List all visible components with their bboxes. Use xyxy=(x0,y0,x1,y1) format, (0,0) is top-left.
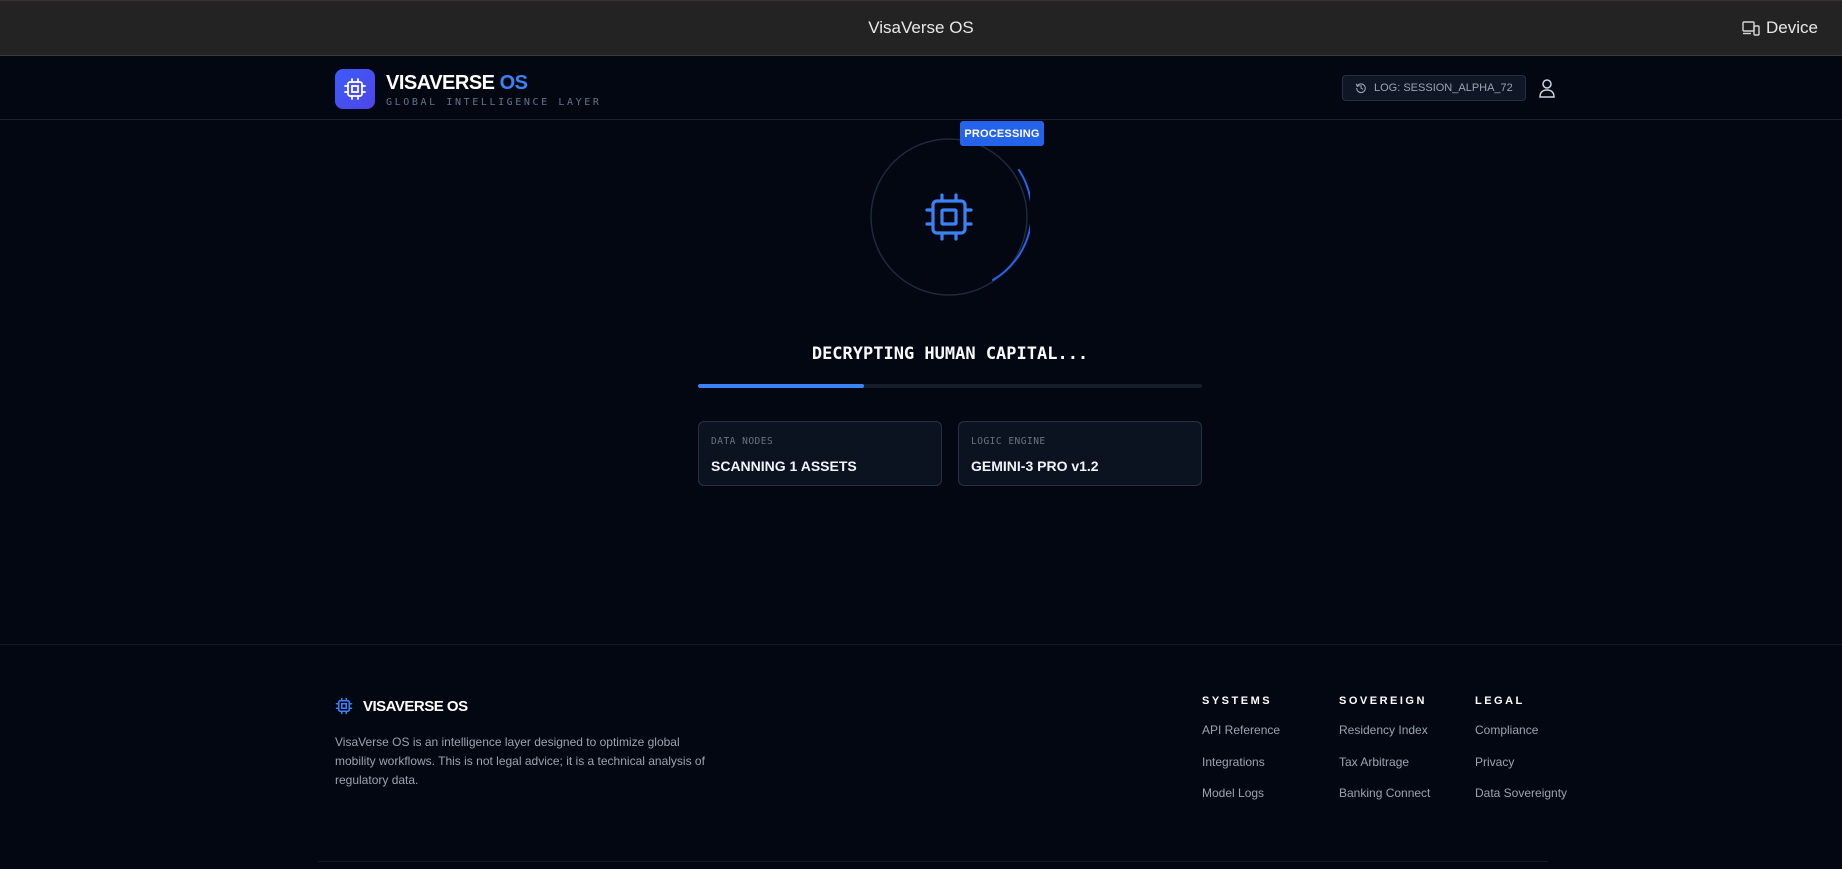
status-text: DECRYPTING HUMAN CAPITAL... xyxy=(811,344,1089,364)
footer-description: VisaVerse OS is an intelligence layer de… xyxy=(335,735,705,787)
footer-divider xyxy=(318,861,1548,862)
device-label: Device xyxy=(1766,18,1818,37)
footer-column-systems: SYSTEMS API Reference Integrations Model… xyxy=(1202,695,1280,818)
chip-icon xyxy=(335,697,353,715)
footer-brand: VISAVERSE OS xyxy=(363,698,468,715)
processing-ring xyxy=(870,138,1030,296)
session-label: LOG: SESSION_ALPHA_72 xyxy=(1374,82,1513,94)
footer: VISAVERSE OS VisaVerse OS is an intellig… xyxy=(0,644,1842,869)
footer-link-residency-index[interactable]: Residency Index xyxy=(1339,723,1430,755)
footer-column-title: LEGAL xyxy=(1475,695,1525,707)
brand-main: VISAVERSE xyxy=(386,72,495,94)
footer-link-tax-arbitrage[interactable]: Tax Arbitrage xyxy=(1339,755,1430,787)
footer-link-model-logs[interactable]: Model Logs xyxy=(1202,786,1280,818)
history-icon xyxy=(1355,83,1366,94)
progress-bar xyxy=(698,384,1202,388)
logic-engine-card: LOGIC ENGINE GEMINI-3 PRO v1.2 xyxy=(958,421,1202,486)
footer-link-data-sovereignty[interactable]: Data Sovereignty xyxy=(1475,786,1567,818)
footer-link-compliance[interactable]: Compliance xyxy=(1475,723,1567,755)
window-title: VisaVerse OS xyxy=(868,18,974,37)
footer-link-integrations[interactable]: Integrations xyxy=(1202,755,1280,787)
footer-column-title: SOVEREIGN xyxy=(1339,695,1427,707)
footer-column-legal: LEGAL Compliance Privacy Data Sovereignt… xyxy=(1475,695,1567,818)
device-toggle[interactable]: Device xyxy=(1742,18,1818,38)
chip-icon xyxy=(925,193,973,241)
progress-fill xyxy=(698,384,865,388)
footer-column-sovereign: SOVEREIGN Residency Index Tax Arbitrage … xyxy=(1339,695,1430,818)
footer-column-title: SYSTEMS xyxy=(1202,695,1273,707)
user-icon[interactable] xyxy=(1538,78,1556,98)
session-log-button[interactable]: LOG: SESSION_ALPHA_72 xyxy=(1342,75,1526,101)
card-value: SCANNING 1 ASSETS xyxy=(711,458,857,474)
data-nodes-card: DATA NODES SCANNING 1 ASSETS xyxy=(698,421,942,486)
device-icon xyxy=(1742,21,1760,36)
card-value: GEMINI-3 PRO v1.2 xyxy=(971,458,1099,474)
processing-badge: PROCESSING xyxy=(960,121,1044,146)
footer-link-privacy[interactable]: Privacy xyxy=(1475,755,1567,787)
brand-accent: OS xyxy=(499,72,528,94)
brand-subtitle: GLOBAL INTELLIGENCE LAYER xyxy=(386,97,602,108)
footer-link-banking-connect[interactable]: Banking Connect xyxy=(1339,786,1430,818)
window-title-bar: VisaVerse OS Device xyxy=(0,0,1842,56)
app-header: VISAVERSE OS GLOBAL INTELLIGENCE LAYER L… xyxy=(0,56,1842,120)
brand-title: VISAVERSE OS xyxy=(386,72,528,95)
logo[interactable] xyxy=(335,69,375,109)
chip-icon xyxy=(344,78,366,100)
footer-link-api-reference[interactable]: API Reference xyxy=(1202,723,1280,755)
card-label: LOGIC ENGINE xyxy=(971,436,1046,447)
card-label: DATA NODES xyxy=(711,436,774,447)
